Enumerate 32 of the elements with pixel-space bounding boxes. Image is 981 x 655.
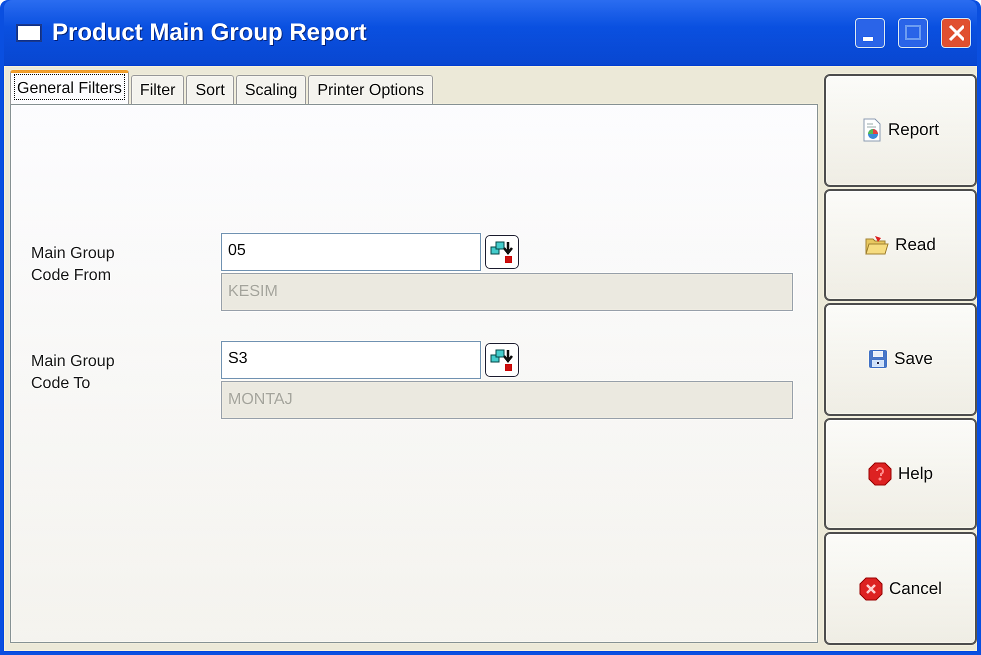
lookup-icon [489,239,515,265]
tab[interactable]: Scaling [236,75,306,104]
tab[interactable]: General Filters [10,70,129,104]
field-label: Main Group Code From [31,244,116,286]
tab[interactable]: Sort [186,75,234,104]
field-label: Main Group Code To [31,352,116,394]
description-field: KESIM [221,273,793,311]
lookup-button[interactable] [485,235,519,269]
cancel-button[interactable]: Cancel [824,532,977,645]
read-button[interactable]: Read [824,188,977,302]
help-icon [868,462,892,486]
close-icon [948,24,964,42]
lookup-icon [489,347,515,373]
open-folder-icon [865,234,890,256]
description-field: MONTAJ [221,381,793,419]
save-button[interactable]: Save [824,303,977,416]
document-chart-icon [862,118,882,142]
tab[interactable]: Filter [130,75,184,104]
window-title: Product Main Group Report [52,19,368,47]
code-input-field[interactable]: S3 [221,341,481,379]
close-button[interactable] [941,18,971,48]
tab[interactable]: Printer Options [308,75,434,104]
maximize-icon [905,25,921,41]
window-icon [16,24,42,42]
cancel-icon [859,576,884,601]
minimize-button[interactable] [855,18,885,48]
minimize-icon [863,37,873,41]
help-button[interactable]: Help [824,418,977,530]
lookup-button[interactable] [485,343,519,377]
maximize-button[interactable] [898,18,928,48]
report-button[interactable]: Report [824,74,977,187]
code-input-field[interactable]: 05 [221,233,481,271]
